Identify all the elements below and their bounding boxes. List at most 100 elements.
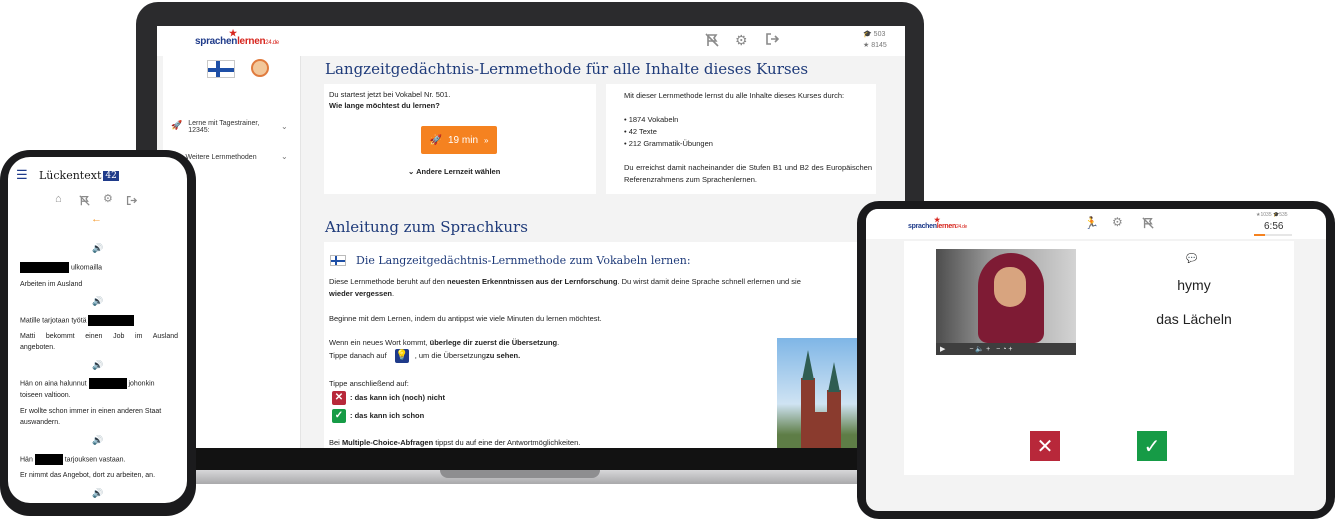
check-icon: ✓ <box>332 409 346 423</box>
stat-count-2: ★ 8145 <box>863 42 887 49</box>
play-icon[interactable]: ▶ <box>940 345 945 353</box>
stat-count-1: 🎓 503 <box>863 31 886 38</box>
phone-screen: ☰ Lückentext 42 ⌂ ⚙ ← 🔊 ulkomailla Arbei… <box>8 157 187 503</box>
info-list: • 1874 Vokabeln • 42 Texte • 212 Grammat… <box>624 114 713 150</box>
star-icon: ★ <box>229 28 237 38</box>
start-19min-button[interactable]: 🚀 19 min » <box>421 126 497 154</box>
speaker-icon[interactable]: 🔊 <box>92 243 103 254</box>
list-item: • 1874 Vokabeln <box>624 115 679 124</box>
exit-run-icon[interactable]: 🏃 <box>1084 216 1099 230</box>
cloze-item-4: Hän tarjouksen vastaan. <box>20 454 125 465</box>
cloze-item-3-line2: toiseen valtioon. <box>20 392 71 399</box>
chevron-down-icon: ⌄ <box>281 152 288 161</box>
speaker-icon[interactable]: 🔊 <box>92 435 103 446</box>
brand-logo[interactable]: ★ sprachen lernen 24.de <box>195 28 279 47</box>
gear-icon[interactable]: ⚙ <box>103 192 113 205</box>
laptop-hinge <box>190 448 910 470</box>
flashcard-word: hymy <box>1177 277 1211 293</box>
cloze-translation-4: Er nimmt das Angebot, dort zu arbeiten, … <box>20 472 156 479</box>
start-card: Du startest jetzt bei Vokabel Nr. 501. W… <box>324 84 596 194</box>
brand-logo[interactable]: ★ sprachen lernen 24.de <box>908 217 967 230</box>
laptop-screen: ★ sprachen lernen 24.de ⚙ 🎓 503 ★ 8145 🚀 L… <box>157 26 905 448</box>
portrait-image <box>994 267 1026 307</box>
church-image <box>777 338 863 448</box>
guide-option-no: ✕ : das kann ich (noch) nicht <box>332 391 445 405</box>
count-badge: 42 <box>103 170 119 181</box>
speaker-icon[interactable]: 🔊 <box>92 488 103 499</box>
chevron-down-icon: ⌄ <box>408 167 415 176</box>
speech-bubble-icon[interactable]: 💬 <box>1186 253 1197 264</box>
page-title: Langzeitgedächtnis-Lernmethode für alle … <box>325 60 809 78</box>
list-item: • 212 Grammatik-Übungen <box>624 139 713 148</box>
speaker-icon[interactable]: 🔊 <box>92 360 103 371</box>
speed-icon[interactable]: − ◔ + <box>996 346 1012 353</box>
cloze-translation-1: Arbeiten im Ausland <box>20 281 83 288</box>
guide-paragraph-6: Bei Multiple-Choice-Abfragen tippst du a… <box>329 438 581 447</box>
section-title: Anleitung zum Sprachkurs <box>325 218 528 236</box>
chevron-down-icon: ⌄ <box>281 122 288 131</box>
timer: 6:56 <box>1264 221 1284 232</box>
video-player[interactable]: ▶ − 🔈 + − ◔ + <box>936 249 1076 355</box>
guide-paragraph-2: Beginne mit dem Lernen, indem du antipps… <box>329 314 602 323</box>
sidebar-item-tagestrainer[interactable]: 🚀 Lerne mit Tagestrainer, 12345: ⌄ <box>171 120 288 134</box>
menu-icon[interactable]: ☰ <box>16 167 28 183</box>
list-item: • 42 Texte <box>624 127 657 136</box>
guide-heading: Die Langzeitgedächtnis-Lernmethode zum V… <box>356 254 691 267</box>
cloze-gap[interactable] <box>20 262 69 273</box>
finland-flag-icon <box>330 255 346 266</box>
guide-paragraph-4: Tippe danach auf 💡 , um die Übersetzung … <box>329 349 521 363</box>
rocket-icon: 🚀 <box>429 134 442 146</box>
duration-question: Wie lange möchtest du lernen? <box>329 101 440 110</box>
cloze-gap[interactable] <box>88 315 135 326</box>
avatar[interactable] <box>251 59 269 77</box>
tablet-stats: ★1035 🎓535 <box>1256 212 1288 218</box>
star-icon: ★ <box>934 217 940 224</box>
logout-icon[interactable] <box>126 193 138 211</box>
guide-paragraph-1: Diese Lernmethode beruht auf den neueste… <box>329 277 801 298</box>
star-icon: ★ <box>863 42 870 49</box>
guide-paragraph-5: Tippe anschließend auf: <box>329 379 409 388</box>
phone-title: Lückentext 42 <box>39 169 119 182</box>
close-icon: ✕ <box>1036 435 1054 458</box>
cap-icon: 🎓 <box>863 31 872 38</box>
close-icon: ✕ <box>332 391 346 405</box>
cloze-item-3: Hän on aina halunnut johonkin <box>20 378 155 389</box>
flag-off-icon[interactable] <box>1142 216 1154 234</box>
flag-off-icon[interactable] <box>705 33 719 47</box>
flag-off-icon[interactable] <box>79 193 90 211</box>
top-bar: ★ sprachen lernen 24.de ⚙ 🎓 503 ★ 8145 <box>157 26 905 56</box>
back-arrow-icon[interactable]: ← <box>91 213 102 225</box>
finland-flag-icon[interactable] <box>207 60 235 78</box>
info-outro: Du erreichst damit nacheinander die Stuf… <box>624 163 872 184</box>
volume-icon[interactable]: − 🔈 + <box>969 345 990 353</box>
guide-option-yes: ✓ : das kann ich schon <box>332 409 424 423</box>
info-card: Mit dieser Lernmethode lernst du alle In… <box>606 84 876 194</box>
speaker-icon[interactable]: 🔊 <box>92 296 103 307</box>
cloze-item-1: ulkomailla <box>20 262 102 273</box>
other-time-link[interactable]: ⌄ Andere Lernzeit wählen <box>408 166 500 178</box>
rocket-icon: 🚀 <box>171 120 183 130</box>
cloze-translation-3b: auswandern. <box>20 419 61 426</box>
cloze-translation-3a: Er wollte schon immer in einen anderen S… <box>20 408 162 415</box>
check-icon: ✓ <box>1143 435 1161 458</box>
cloze-item-2: Matille tarjotaan työtä <box>20 315 135 326</box>
cloze-translation-2a: Matti bekommt einen Job im Ausland <box>20 333 178 340</box>
guide-paragraph-3: Wenn ein neues Wort kommt, überlege dir … <box>329 338 560 347</box>
cloze-translation-2b: angeboten. <box>20 344 56 351</box>
flashcard-translation: das Lächeln <box>1156 311 1232 327</box>
info-intro: Mit dieser Lernmethode lernst du alle In… <box>624 91 845 100</box>
dont-know-button[interactable]: ✕ <box>1030 431 1060 461</box>
laptop-notch <box>440 470 600 478</box>
home-icon[interactable]: ⌂ <box>55 193 62 205</box>
gear-icon[interactable]: ⚙ <box>1112 215 1123 229</box>
gear-icon[interactable]: ⚙ <box>735 32 748 49</box>
cloze-gap[interactable] <box>34 454 63 465</box>
flashcard: ▶ − 🔈 + − ◔ + 💬 hymy das Lächeln ✕ ✓ <box>904 241 1294 475</box>
timer-progress <box>1254 234 1292 236</box>
tablet-screen: ★ sprachen lernen 24.de 🏃 ⚙ ★1035 🎓535 6:5… <box>866 209 1326 511</box>
lightbulb-icon: 💡 <box>394 349 409 363</box>
video-controls: ▶ − 🔈 + − ◔ + <box>936 343 1076 355</box>
cloze-gap[interactable] <box>88 378 127 389</box>
know-button[interactable]: ✓ <box>1137 431 1167 461</box>
logout-icon[interactable] <box>765 32 779 46</box>
